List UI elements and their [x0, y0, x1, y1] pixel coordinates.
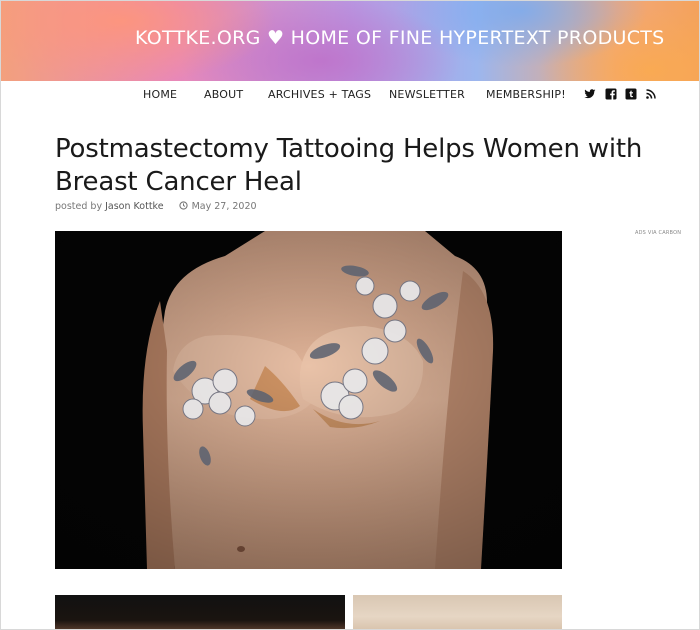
nav-about[interactable]: ABOUT — [204, 88, 243, 101]
site-title[interactable]: KOTTKE.ORG ♥ HOME OF FINE HYPERTEXT PROD… — [135, 27, 665, 49]
post-date[interactable]: May 27, 2020 — [192, 201, 257, 212]
nav-newsletter[interactable]: NEWSLETTER — [389, 88, 465, 101]
byline-prefix: posted by — [55, 201, 106, 212]
tumblr-icon[interactable] — [625, 88, 637, 100]
post-title[interactable]: Postmastectomy Tattooing Helps Women wit… — [55, 133, 675, 199]
nav-membership[interactable]: MEMBERSHIP! — [486, 88, 566, 101]
site-banner[interactable]: KOTTKE.ORG ♥ HOME OF FINE HYPERTEXT PROD… — [1, 1, 699, 81]
main-nav: HOME ABOUT ARCHIVES + TAGS NEWSLETTER ME… — [1, 85, 699, 107]
nav-archives-tags[interactable]: ARCHIVES + TAGS — [268, 88, 371, 101]
gallery-thumbnail-1[interactable] — [55, 595, 345, 629]
gallery-thumbnail-2[interactable] — [353, 595, 562, 629]
rss-icon[interactable] — [645, 88, 657, 100]
ads-label[interactable]: ADS VIA CARBON — [635, 230, 681, 236]
nav-home[interactable]: HOME — [143, 88, 177, 101]
author-link[interactable]: Jason Kottke — [105, 201, 163, 212]
page: KOTTKE.ORG ♥ HOME OF FINE HYPERTEXT PROD… — [0, 0, 700, 630]
post-byline: posted by Jason Kottke May 27, 2020 — [55, 201, 257, 212]
twitter-icon[interactable] — [584, 88, 596, 100]
photo-illustration — [55, 231, 562, 569]
post-photo[interactable] — [55, 231, 562, 569]
facebook-icon[interactable] — [605, 88, 617, 100]
clock-icon — [178, 201, 188, 210]
